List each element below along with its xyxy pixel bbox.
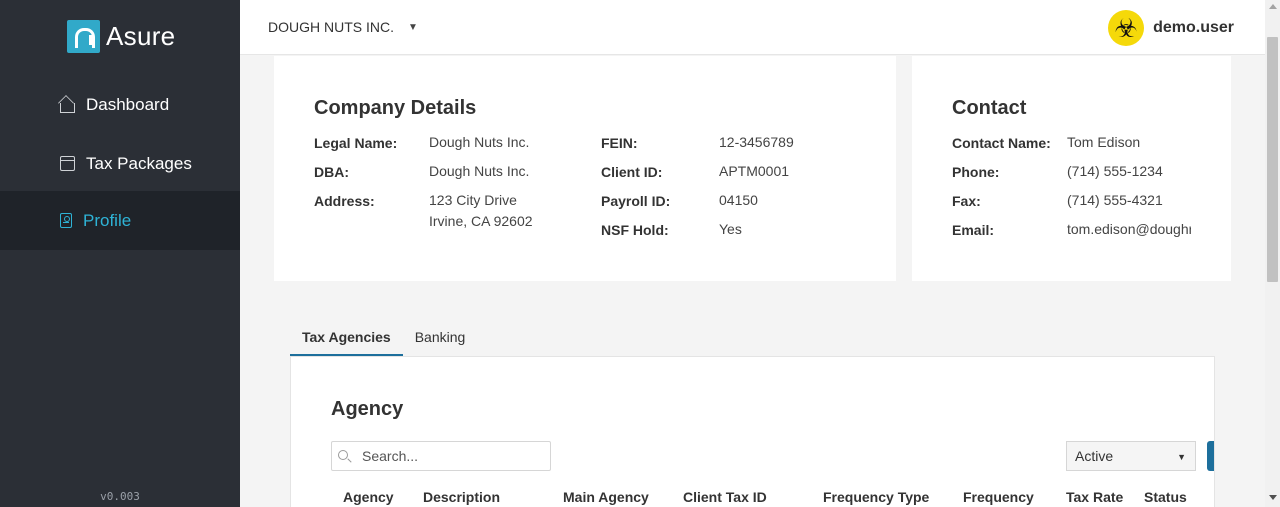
search-icon	[338, 450, 348, 460]
status-filter-value: Active	[1075, 448, 1114, 464]
asure-logo-icon	[67, 20, 100, 53]
chevron-down-icon: ▼	[1177, 452, 1186, 462]
column-header-client-tax-id[interactable]: Client Tax ID	[683, 489, 803, 505]
address-label: Address:	[314, 193, 375, 209]
user-name: demo.user	[1153, 19, 1234, 36]
column-header-agency[interactable]: Agency	[343, 489, 399, 505]
client-id-value: APTM0001	[719, 163, 790, 179]
version-label: v0.003	[100, 490, 140, 503]
logo-text: Asure	[106, 21, 176, 51]
email-label: Email:	[952, 222, 995, 238]
asure-logo[interactable]: Asure	[67, 20, 175, 53]
dba-value: Dough Nuts Inc.	[429, 163, 530, 179]
avatar: ☣	[1108, 10, 1145, 46]
fax-label: Fax:	[952, 193, 981, 209]
agency-title: Agency	[331, 398, 404, 420]
payroll-id-value: 04150	[719, 192, 758, 208]
fein-value: 12-3456789	[719, 134, 794, 150]
contact-card: Contact Contact Name: Tom Edison Phone: …	[912, 56, 1231, 281]
search-input[interactable]	[362, 446, 542, 466]
column-header-description[interactable]: Description	[423, 489, 543, 505]
top-bar: DOUGH NUTS INC. ▼ ☣ demo.user	[240, 0, 1265, 55]
phone-label: Phone:	[952, 164, 1000, 180]
tab-banking[interactable]: Banking	[403, 322, 478, 357]
column-header-main-agency[interactable]: Main Agency	[563, 489, 663, 505]
nsf-hold-label: NSF Hold:	[601, 222, 669, 238]
home-icon	[60, 102, 75, 113]
phone-value: (714) 555-1234	[1067, 163, 1163, 179]
column-header-status[interactable]: Status	[1144, 489, 1204, 505]
dba-label: DBA:	[314, 164, 349, 180]
fax-value: (714) 555-4321	[1067, 192, 1163, 208]
add-agency-button[interactable]	[1207, 441, 1214, 471]
profile-tabs: Tax Agencies Banking	[290, 322, 477, 357]
sidebar-item-label: Profile	[83, 210, 132, 230]
sidebar: Asure Dashboard Tax Packages Profile v0.…	[0, 0, 240, 507]
scroll-thumb[interactable]	[1267, 37, 1278, 282]
company-name: DOUGH NUTS INC.	[268, 19, 394, 35]
biohazard-icon: ☣	[1114, 13, 1138, 43]
sidebar-item-profile[interactable]: Profile	[0, 191, 240, 250]
sidebar-item-label: Dashboard	[86, 94, 170, 114]
page-scrollbar[interactable]	[1265, 0, 1280, 507]
company-details-card: Company Details Legal Name: Dough Nuts I…	[274, 56, 896, 281]
contact-name-label: Contact Name:	[952, 135, 1051, 151]
payroll-id-label: Payroll ID:	[601, 193, 671, 209]
scroll-up-arrow-icon[interactable]	[1269, 4, 1277, 9]
company-details-title: Company Details	[314, 97, 477, 119]
nsf-hold-value: Yes	[719, 221, 742, 237]
profile-icon	[60, 213, 72, 228]
sidebar-item-label: Tax Packages	[86, 153, 192, 173]
scroll-down-arrow-icon[interactable]	[1269, 495, 1277, 500]
address-line1: 123 City Drive	[429, 192, 517, 208]
chevron-down-icon: ▼	[408, 21, 418, 33]
fein-label: FEIN:	[601, 135, 638, 151]
contact-name-value: Tom Edison	[1067, 134, 1141, 150]
agency-panel: Agency Active ▼ Agency Description Main …	[290, 356, 1215, 507]
address-line2: Irvine, CA 92602	[429, 213, 533, 229]
legal-name-label: Legal Name:	[314, 135, 398, 151]
user-menu[interactable]: ☣ demo.user	[1108, 10, 1234, 46]
contact-title: Contact	[952, 97, 1027, 119]
legal-name-value: Dough Nuts Inc.	[429, 134, 530, 150]
agency-search[interactable]	[331, 441, 551, 471]
company-selector[interactable]: DOUGH NUTS INC. ▼	[268, 19, 418, 35]
status-filter-select[interactable]: Active ▼	[1066, 441, 1196, 471]
package-icon	[60, 156, 75, 171]
sidebar-item-dashboard[interactable]: Dashboard	[0, 75, 240, 134]
column-header-frequency[interactable]: Frequency	[963, 489, 1053, 505]
tab-tax-agencies[interactable]: Tax Agencies	[290, 322, 403, 357]
column-header-frequency-type[interactable]: Frequency Type	[823, 489, 943, 505]
client-id-label: Client ID:	[601, 164, 663, 180]
email-value[interactable]: tom.edison@doughr	[1067, 219, 1191, 240]
column-header-tax-rate[interactable]: Tax Rate	[1066, 489, 1136, 505]
sidebar-item-tax-packages[interactable]: Tax Packages	[0, 134, 240, 193]
